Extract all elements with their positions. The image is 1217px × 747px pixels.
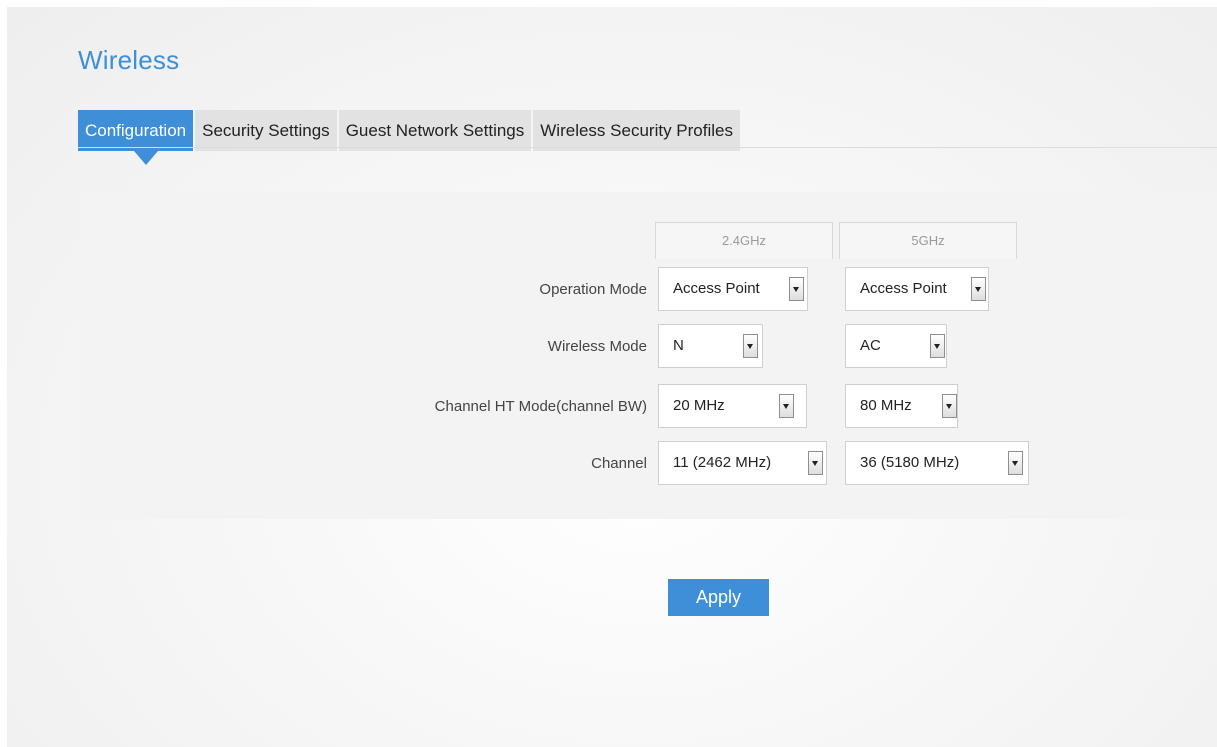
select-value: 11 (2462 MHz) (673, 454, 772, 471)
tab-security-settings[interactable]: Security Settings (195, 110, 337, 151)
wireless-mode-2-4ghz-select[interactable]: N (658, 324, 763, 368)
chevron-down-icon[interactable] (930, 334, 945, 358)
channel-ht-mode-2-4ghz-select[interactable]: 20 MHz (658, 384, 807, 428)
select-value: 80 MHz (860, 397, 912, 414)
tab-wireless-security-profiles[interactable]: Wireless Security Profiles (533, 110, 740, 151)
wireless-mode-5ghz-select[interactable]: AC (845, 324, 947, 368)
channel-2-4ghz-select[interactable]: 11 (2462 MHz) (658, 441, 827, 485)
tab-bar: Configuration Security Settings Guest Ne… (78, 110, 742, 165)
chevron-down-icon[interactable] (1008, 451, 1023, 475)
select-value: 36 (5180 MHz) (860, 454, 960, 471)
channel-ht-mode-label: Channel HT Mode(channel BW) (434, 398, 647, 415)
tab-configuration[interactable]: Configuration (78, 110, 194, 165)
channel-ht-mode-5ghz-select[interactable]: 80 MHz (845, 384, 958, 428)
channel-label: Channel (591, 455, 647, 472)
tab-guest-network-settings[interactable]: Guest Network Settings (338, 110, 532, 151)
chevron-down-icon[interactable] (942, 394, 957, 418)
configuration-panel (78, 192, 1217, 519)
channel-5ghz-select[interactable]: 36 (5180 MHz) (845, 441, 1029, 485)
operation-mode-5ghz-select[interactable]: Access Point (845, 267, 989, 311)
chevron-down-icon[interactable] (808, 451, 823, 475)
select-value: 20 MHz (673, 397, 725, 414)
wireless-mode-label: Wireless Mode (547, 338, 647, 355)
chevron-down-icon[interactable] (789, 277, 804, 301)
apply-button[interactable]: Apply (668, 579, 769, 616)
select-value: Access Point (860, 280, 947, 297)
band-header-2-4ghz: 2.4GHz (655, 222, 833, 259)
tab-divider (78, 147, 1217, 148)
operation-mode-2-4ghz-select[interactable]: Access Point (658, 267, 808, 311)
wireless-page: Wireless Configuration Security Settings… (7, 7, 1217, 747)
operation-mode-label: Operation Mode (539, 281, 647, 298)
select-value: Access Point (673, 280, 760, 297)
select-value: AC (860, 337, 881, 354)
band-header-5ghz: 5GHz (839, 222, 1017, 259)
chevron-down-icon[interactable] (743, 334, 758, 358)
select-value: N (673, 337, 684, 354)
chevron-down-icon[interactable] (971, 277, 986, 301)
chevron-down-icon[interactable] (779, 394, 794, 418)
page-title: Wireless (78, 45, 180, 75)
